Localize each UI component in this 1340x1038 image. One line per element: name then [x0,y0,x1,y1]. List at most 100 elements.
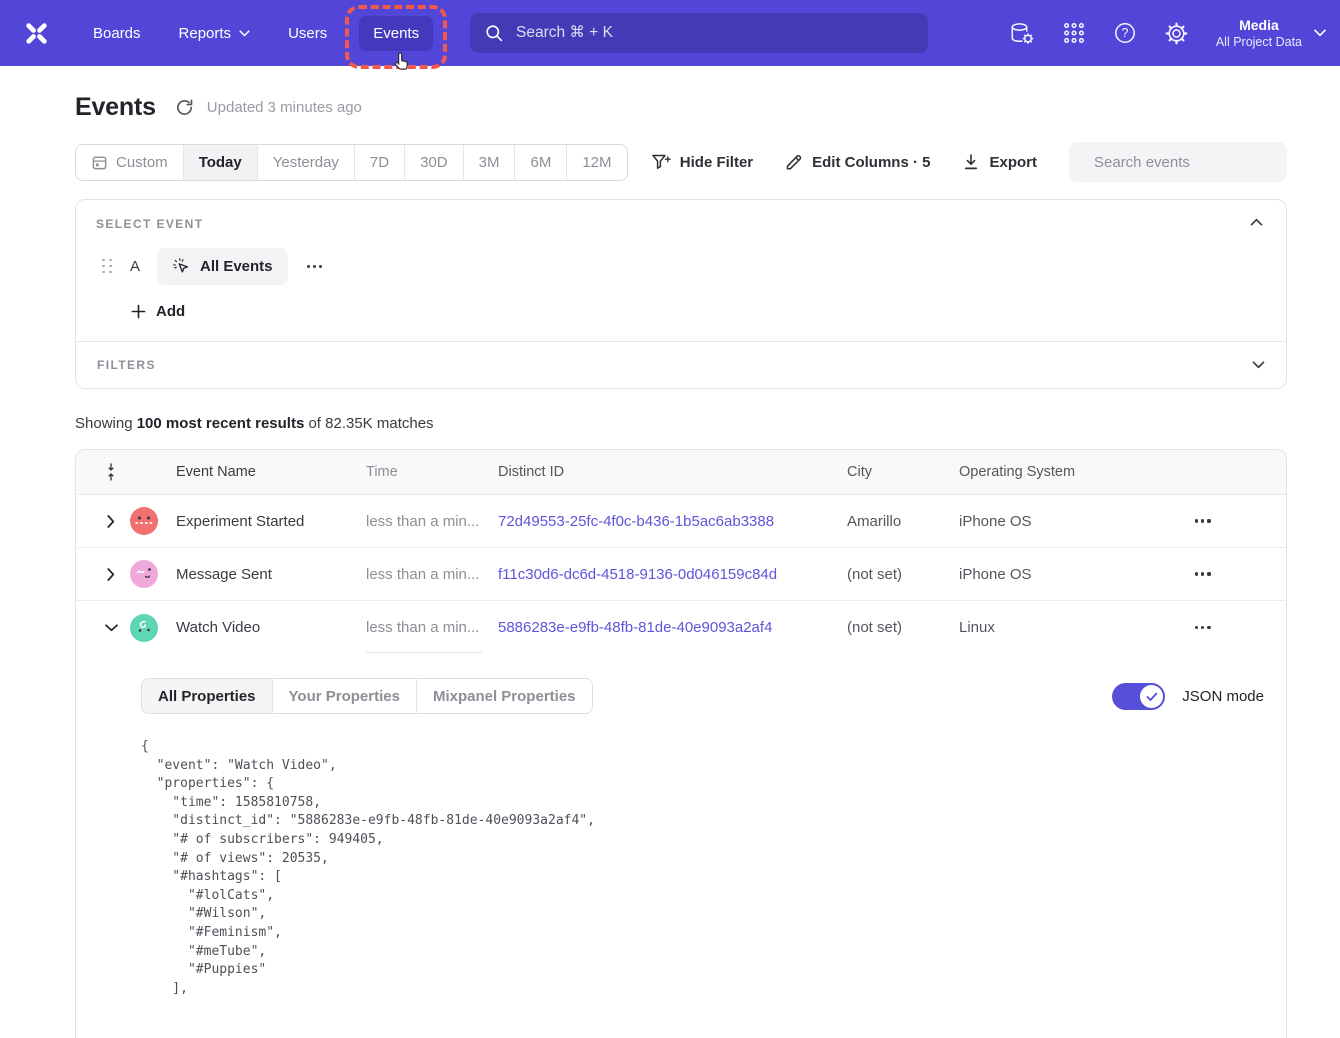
help-icon: ? [1113,21,1137,45]
chevron-down-icon [239,30,250,37]
settings-button[interactable] [1164,21,1189,46]
row-more-options-button[interactable] [1191,513,1215,528]
refresh-button[interactable] [175,98,194,117]
hide-filter-button[interactable]: Hide Filter [651,153,753,171]
table-row: Experiment Started less than a min... 72… [76,495,1286,548]
event-avatar [130,507,158,535]
event-json-view: { "event": "Watch Video", "properties": … [141,738,1266,998]
tab-mixpanel-properties[interactable]: Mixpanel Properties [417,679,592,713]
event-query-row: A All Events [96,248,1266,285]
event-more-options-button[interactable] [303,259,327,274]
event-avatar [130,614,158,642]
column-header-os[interactable]: Operating System [959,464,1164,480]
data-management-button[interactable] [1008,21,1035,46]
column-header-distinct-id[interactable]: Distinct ID [498,464,847,480]
table-header: Event Name Time Distinct ID City Operati… [76,450,1286,495]
svg-text:?: ? [1121,26,1128,40]
date-option-custom[interactable]: Custom [76,145,184,180]
sort-button[interactable] [92,463,130,481]
column-header-city[interactable]: City [847,464,959,480]
expand-row-button[interactable] [92,515,130,528]
properties-tabs: All Properties Your Properties Mixpanel … [141,678,593,714]
event-os: iPhone OS [959,513,1164,530]
distinct-id-link[interactable]: 72d49553-25fc-4f0c-b436-1b5ac6ab3388 [498,513,774,530]
json-mode-control: JSON mode [1112,683,1264,710]
tab-your-properties[interactable]: Your Properties [273,679,417,713]
chevron-right-icon [107,568,115,581]
event-time: less than a min... [366,566,498,583]
events-table: Event Name Time Distinct ID City Operati… [75,449,1287,1038]
avatar-face-icon [130,614,158,642]
filters-label: FILTERS [97,358,156,372]
check-icon [1146,692,1158,702]
last-updated-text: Updated 3 minutes ago [207,99,362,116]
collapse-section-button[interactable] [1246,214,1267,230]
tab-all-properties[interactable]: All Properties [142,679,273,713]
global-search-input[interactable] [514,23,913,43]
table-toolbar: Hide Filter Edit Columns · 5 Export [651,142,1287,182]
event-cursor-icon [172,257,191,276]
event-city: (not set) [847,619,959,636]
filters-section[interactable]: FILTERS [76,341,1286,388]
table-row: Message Sent less than a min... f11c30d6… [76,548,1286,601]
apps-grid-icon [1062,21,1086,45]
select-event-label: SELECT EVENT [96,217,1266,231]
date-option-12m[interactable]: 12M [567,145,626,180]
event-time: less than a min... [366,513,498,530]
column-header-time[interactable]: Time [366,464,498,480]
date-range-control: Custom Today Yesterday 7D 30D 3M 6M 12M [75,144,628,181]
nav-item-boards[interactable]: Boards [79,16,155,51]
column-header-event-name[interactable]: Event Name [176,464,366,480]
select-event-section: SELECT EVENT A All Events [76,200,1286,341]
date-option-yesterday[interactable]: Yesterday [258,145,355,180]
nav-item-users[interactable]: Users [274,16,341,51]
chevron-down-icon [1314,29,1326,37]
project-scope: All Project Data [1216,34,1302,50]
date-option-6m[interactable]: 6M [515,145,567,180]
top-navbar: Boards Reports Users Events [0,0,1340,66]
event-name: Message Sent [176,566,366,583]
json-mode-toggle[interactable] [1112,683,1165,710]
project-switcher[interactable]: Media All Project Data [1216,16,1326,50]
event-selector-chip[interactable]: All Events [157,248,288,285]
mixpanel-logo-icon [24,21,49,46]
date-option-7d[interactable]: 7D [355,145,405,180]
event-os: iPhone OS [959,566,1164,583]
download-icon [962,153,980,171]
date-option-30d[interactable]: 30D [405,145,464,180]
search-events-box[interactable] [1069,142,1287,182]
filter-icon [651,153,671,171]
add-event-button[interactable]: Add [131,303,185,320]
distinct-id-link[interactable]: 5886283e-e9fb-48fb-81de-40e9093a2af4 [498,619,772,636]
pencil-icon [785,153,803,171]
drag-handle[interactable] [102,259,113,275]
nav-item-reports[interactable]: Reports [165,16,265,51]
nav-item-label: Users [288,25,327,42]
collapse-row-button[interactable] [92,624,130,632]
global-search[interactable] [470,13,928,53]
mixpanel-logo[interactable] [24,21,49,46]
nav-item-events-wrapper: Events [359,16,433,51]
distinct-id-link[interactable]: f11c30d6-dc6d-4518-9136-0d046159c84d [498,566,777,583]
date-option-today[interactable]: Today [184,145,258,180]
event-os: Linux [959,619,1164,636]
event-city: (not set) [847,566,959,583]
date-option-3m[interactable]: 3M [464,145,516,180]
row-more-options-button[interactable] [1191,566,1215,581]
export-button[interactable]: Export [962,153,1037,171]
expand-row-button[interactable] [92,568,130,581]
row-more-options-button[interactable] [1191,620,1215,635]
navbar-actions: ? Media All Project Data [1008,0,1326,66]
series-letter: A [128,258,142,275]
controls-row: Custom Today Yesterday 7D 30D 3M 6M 12M … [75,142,1287,182]
results-count: 100 most recent results [137,415,305,432]
toggle-knob [1140,685,1163,708]
search-events-input[interactable] [1092,153,1295,172]
help-button[interactable]: ? [1113,21,1137,45]
chevron-right-icon [107,515,115,528]
nav-item-events[interactable]: Events [359,16,433,51]
apps-grid-button[interactable] [1062,21,1086,45]
table-row-expanded: Watch Video less than a min... 5886283e-… [76,601,1286,654]
edit-columns-button[interactable]: Edit Columns · 5 [785,153,930,171]
event-name: Experiment Started [176,513,366,530]
